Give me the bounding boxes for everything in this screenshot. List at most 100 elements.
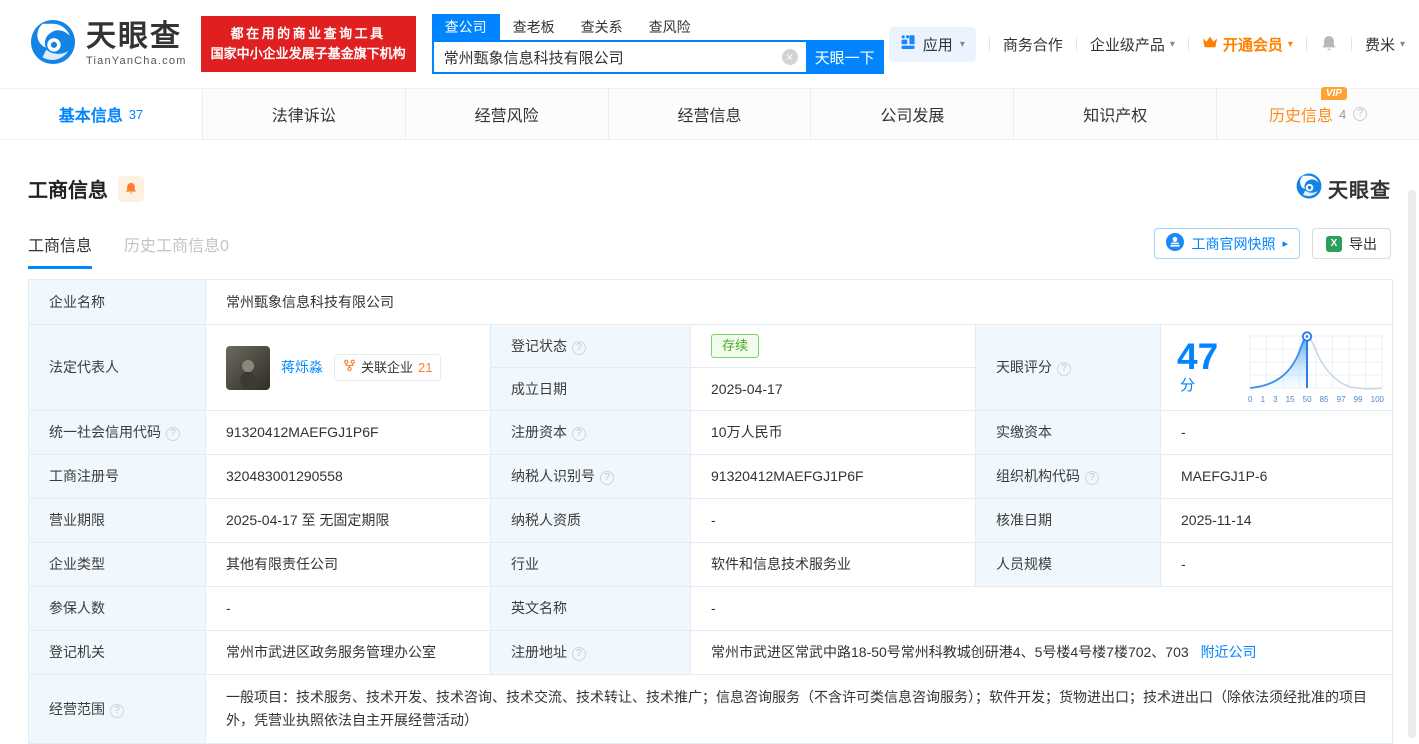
chevron-down-icon: ▾ xyxy=(1169,38,1175,50)
watermark-brand: 天眼查 xyxy=(1328,180,1391,202)
tab-basic-info[interactable]: 基本信息 37 xyxy=(0,89,203,139)
help-icon[interactable]: ? xyxy=(572,427,586,441)
business-info-table: 企业名称 常州甄象信息科技有限公司 法定代表人 蒋烁淼 关联企业 21 登记状态… xyxy=(28,279,1394,744)
help-icon[interactable]: ? xyxy=(1057,362,1071,376)
legal-rep-label: 法定代表人 xyxy=(28,324,206,411)
crown-icon xyxy=(1202,35,1218,53)
nav-cooperation[interactable]: 商务合作 xyxy=(1003,34,1063,55)
tab-legal-proceedings[interactable]: 法律诉讼 xyxy=(203,89,406,139)
legal-rep-avatar[interactable] xyxy=(226,345,270,390)
tab-operating-info[interactable]: 经营信息 xyxy=(609,89,812,139)
search-tab-boss[interactable]: 查老板 xyxy=(500,14,568,40)
search-tab-risk[interactable]: 查风险 xyxy=(636,14,704,40)
brand-name: 天眼查 xyxy=(86,19,182,53)
reg-capital-label: 注册资本? xyxy=(490,410,691,455)
table-row: 参保人数 - 英文名称 - xyxy=(28,586,1394,631)
paid-capital-value: - xyxy=(1159,410,1394,455)
label-text: 登记状态 xyxy=(511,337,567,354)
chevron-down-icon: ▾ xyxy=(1399,38,1405,50)
vip-label: 开通会员 xyxy=(1222,36,1283,54)
promo-line-1: 都在用的商业查询工具 xyxy=(230,26,386,41)
tab-label: 公司发展 xyxy=(880,108,945,125)
tab-label: 历史信息 xyxy=(1268,108,1333,125)
table-row: 经营范围? 一般项目：技术服务、技术开发、技术咨询、技术交流、技术转让、技术推广… xyxy=(28,673,1394,744)
label-text: 经营范围 xyxy=(49,700,105,717)
primary-nav-tabs: 基本信息 37 法律诉讼 经营风险 经营信息 公司发展 知识产权 VIP 历史信… xyxy=(0,87,1419,140)
stamp-icon xyxy=(1166,233,1185,254)
tab-label: 法律诉讼 xyxy=(271,108,336,125)
insured-count-label: 参保人数 xyxy=(28,586,206,631)
reg-capital-value: 10万人民币 xyxy=(690,410,976,455)
table-row: 企业类型 其他有限责任公司 行业 软件和信息技术服务业 人员规模 - xyxy=(28,542,1394,587)
clear-icon[interactable]: × xyxy=(781,49,798,65)
company-name-label: 企业名称 xyxy=(28,279,206,325)
approval-date-value: 2025-11-14 xyxy=(1159,498,1394,543)
search-button[interactable]: 天眼一下 xyxy=(805,40,884,74)
nav-enterprise-product[interactable]: 企业级产品 ▾ xyxy=(1090,34,1175,55)
promo-line-2: 国家中小企业发展子基金旗下机构 xyxy=(210,46,406,61)
nearby-companies-link[interactable]: 附近公司 xyxy=(1201,644,1257,660)
label-text: 组织机构代码 xyxy=(996,468,1080,484)
score-cell: 47分 0 1 3 15 50 85 97 99 100 xyxy=(1159,324,1394,411)
org-code-label: 组织机构代码? xyxy=(975,454,1161,499)
help-icon[interactable]: ? xyxy=(110,703,124,718)
divider xyxy=(1305,37,1307,51)
excel-icon: X xyxy=(1326,235,1342,252)
export-label: 导出 xyxy=(1349,235,1377,252)
credit-code-label: 统一社会信用代码? xyxy=(28,410,206,455)
subtab-business-info[interactable]: 工商信息 xyxy=(28,232,93,269)
score-axis-labels: 01 3 15 50 85 97 99 100 xyxy=(1248,395,1385,404)
notification-bell-icon[interactable] xyxy=(1320,35,1338,53)
open-vip-button[interactable]: 开通会员 ▾ xyxy=(1202,34,1293,55)
apps-label: 应用 xyxy=(922,36,953,54)
tab-intellectual-property[interactable]: 知识产权 xyxy=(1014,89,1218,139)
label-text: 统一社会信用代码 xyxy=(49,424,161,440)
tab-operating-risk[interactable]: 经营风险 xyxy=(406,89,609,139)
tab-history-info[interactable]: VIP 历史信息 4 ? xyxy=(1217,87,1419,139)
grid-icon xyxy=(900,34,916,54)
tianyancha-logo[interactable]: 天眼查 TianYanCha.com xyxy=(30,19,187,70)
reg-address-value: 常州市武进区常武中路18-50号常州科教城创研港4、5号楼4号楼7楼702、70… xyxy=(711,644,1189,660)
export-button[interactable]: X 导出 xyxy=(1312,228,1391,259)
apps-menu-button[interactable]: 应用 ▾ xyxy=(888,26,976,62)
subscribe-bell-icon[interactable] xyxy=(118,175,144,202)
label-text: 纳税人识别号 xyxy=(511,468,595,484)
legal-rep-name-link[interactable]: 蒋烁淼 xyxy=(281,357,323,378)
company-type-value: 其他有限责任公司 xyxy=(205,542,491,587)
label-text: 注册资本 xyxy=(511,424,567,440)
page-scrollbar[interactable] xyxy=(1408,190,1416,738)
help-icon[interactable]: ? xyxy=(572,647,586,661)
help-icon[interactable]: ? xyxy=(600,471,614,485)
score-label: 天眼评分? xyxy=(975,324,1161,411)
status-badge: 存续 xyxy=(711,334,760,358)
help-icon[interactable]: ? xyxy=(1085,471,1099,485)
score-curve-chart: 01 3 15 50 85 97 99 100 xyxy=(1248,329,1384,406)
tianyancha-logo-icon xyxy=(30,19,76,70)
tab-label: 知识产权 xyxy=(1083,108,1148,125)
chevron-down-icon: ▾ xyxy=(1287,38,1293,50)
page: 天眼查 TianYanCha.com 都在用的商业查询工具 国家中小企业发展子基… xyxy=(0,0,1419,744)
staff-size-label: 人员规模 xyxy=(975,542,1161,587)
related-companies-badge[interactable]: 关联企业 21 xyxy=(334,353,442,382)
credit-code-value: 91320412MAEFGJ1P6F xyxy=(205,410,491,455)
search-input[interactable] xyxy=(431,40,806,74)
divider xyxy=(988,37,990,51)
search-tab-company[interactable]: 查公司 xyxy=(431,14,500,40)
search-tab-relation[interactable]: 查关系 xyxy=(568,14,636,40)
user-menu[interactable]: 费米 ▾ xyxy=(1365,34,1405,55)
help-icon[interactable]: ? xyxy=(166,427,180,441)
staff-size-value: - xyxy=(1159,542,1394,587)
org-structure-icon xyxy=(343,358,356,378)
tab-company-development[interactable]: 公司发展 xyxy=(811,89,1015,139)
related-companies-count: 21 xyxy=(418,359,433,375)
subtab-history-business-info[interactable]: 历史工商信息0 xyxy=(124,232,229,269)
top-nav: 应用 ▾ 商务合作 企业级产品 ▾ 开通会员 ▾ 费米 ▾ xyxy=(888,26,1405,62)
help-icon[interactable]: ? xyxy=(572,340,586,355)
help-icon[interactable]: ? xyxy=(1353,107,1368,121)
industry-label: 行业 xyxy=(490,542,691,587)
table-row: 登记机关 常州市武进区政务服务管理办公室 注册地址? 常州市武进区常武中路18-… xyxy=(28,630,1394,675)
paid-capital-label: 实缴资本 xyxy=(975,410,1161,455)
reg-status-value: 存续 xyxy=(690,324,976,368)
english-name-value: - xyxy=(689,586,1394,631)
official-snapshot-button[interactable]: 工商官网快照 ▸ xyxy=(1154,228,1300,259)
